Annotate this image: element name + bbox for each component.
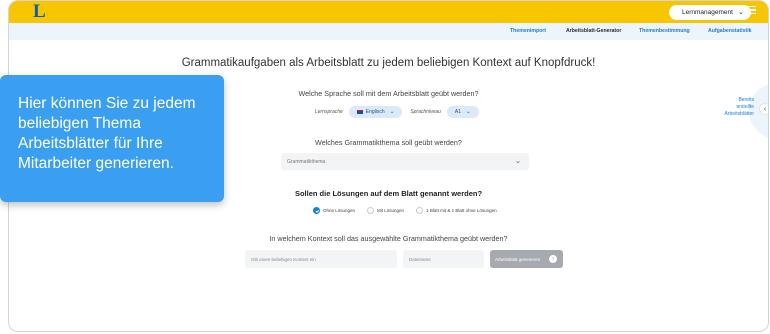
radio-ohne-loesungen[interactable] bbox=[313, 207, 320, 214]
language-selectors: Lernsprache Englisch ⌄ Sprachniveau A1 ⌄ bbox=[315, 105, 487, 118]
filename-input[interactable]: Dateiname bbox=[403, 250, 484, 268]
sub-navigation: Themenimport Arbeitsblatt-Generator Them… bbox=[9, 23, 768, 40]
radio-beide-blaetter[interactable] bbox=[416, 207, 424, 214]
generate-button-label: Arbeitsblatt generieren bbox=[495, 256, 541, 262]
generate-worksheet-button[interactable]: Arbeitsblatt generieren › bbox=[490, 250, 563, 268]
page-title: Grammatikaufgaben als Arbeitsblatt zu je… bbox=[181, 57, 596, 69]
sprachniveau-value: A1 bbox=[454, 108, 462, 115]
nav-themenimport[interactable]: Themenimport bbox=[510, 28, 546, 34]
lernsprache-label: Lernsprache bbox=[315, 108, 343, 115]
nav-aufgabenstatistik[interactable]: Aufgabenstatistik bbox=[708, 28, 752, 34]
uk-flag-icon bbox=[356, 109, 363, 114]
sprachniveau-label: Sprachniveau bbox=[410, 108, 441, 115]
grammar-topic-select[interactable]: Grammatikthema ⌄ bbox=[281, 153, 529, 170]
chevron-down-icon: ⌄ bbox=[389, 108, 395, 115]
langenscheidt-logo[interactable]: L bbox=[33, 2, 46, 22]
arrow-right-icon: › bbox=[549, 255, 557, 263]
radio-mit-loesungen[interactable] bbox=[367, 207, 375, 214]
radio-label-mit-loesungen: Mit Lösungen bbox=[377, 208, 405, 213]
hamburger-menu-icon[interactable] bbox=[747, 6, 756, 15]
chevron-down-icon: ⌄ bbox=[515, 158, 521, 165]
nav-themenbestimmung[interactable]: Themenbestimmung bbox=[639, 28, 690, 34]
radio-label-beide-blaetter: 1 Blatt mit & 1 Blatt ohne Lösungen bbox=[426, 208, 497, 213]
nav-arbeitsblatt-generator[interactable]: Arbeitsblatt-Generator bbox=[566, 28, 621, 34]
sprachniveau-select[interactable]: A1 ⌄ bbox=[446, 105, 479, 118]
lernsprache-value: Englisch bbox=[365, 108, 385, 115]
radio-label-ohne-loesungen: Ohne Lösungen bbox=[323, 208, 356, 213]
onboarding-tooltip: Hier können Sie zu jedem beliebigen Them… bbox=[0, 75, 224, 202]
top-bar: L Lernmanagement ⌄ bbox=[9, 1, 768, 23]
context-input[interactable]: Gib einen beliebigen Kontext ein bbox=[245, 250, 397, 268]
screen: L Lernmanagement ⌄ Themenimport Arbeitsb… bbox=[0, 0, 770, 334]
chevron-left-icon[interactable]: ‹ bbox=[759, 103, 768, 115]
side-panel-line-3: Arbeitsblätter bbox=[724, 111, 754, 117]
lernmanagement-label: Lernmanagement bbox=[682, 9, 733, 16]
side-panel-line-1: Bereits bbox=[738, 97, 754, 103]
chevron-down-icon: ⌄ bbox=[738, 9, 744, 16]
lernmanagement-dropdown[interactable]: Lernmanagement ⌄ bbox=[669, 5, 751, 20]
side-panel-line-2: erstellte bbox=[736, 104, 754, 110]
solutions-radio-group: Ohne Lösungen Mit Lösungen 1 Blatt mit &… bbox=[313, 206, 509, 215]
context-question: In welchem Kontext soll das ausgewählte … bbox=[269, 234, 508, 243]
chevron-down-icon: ⌄ bbox=[466, 108, 471, 115]
grammar-topic-placeholder: Grammatikthema bbox=[287, 158, 326, 165]
lernsprache-select[interactable]: Englisch ⌄ bbox=[348, 105, 403, 118]
